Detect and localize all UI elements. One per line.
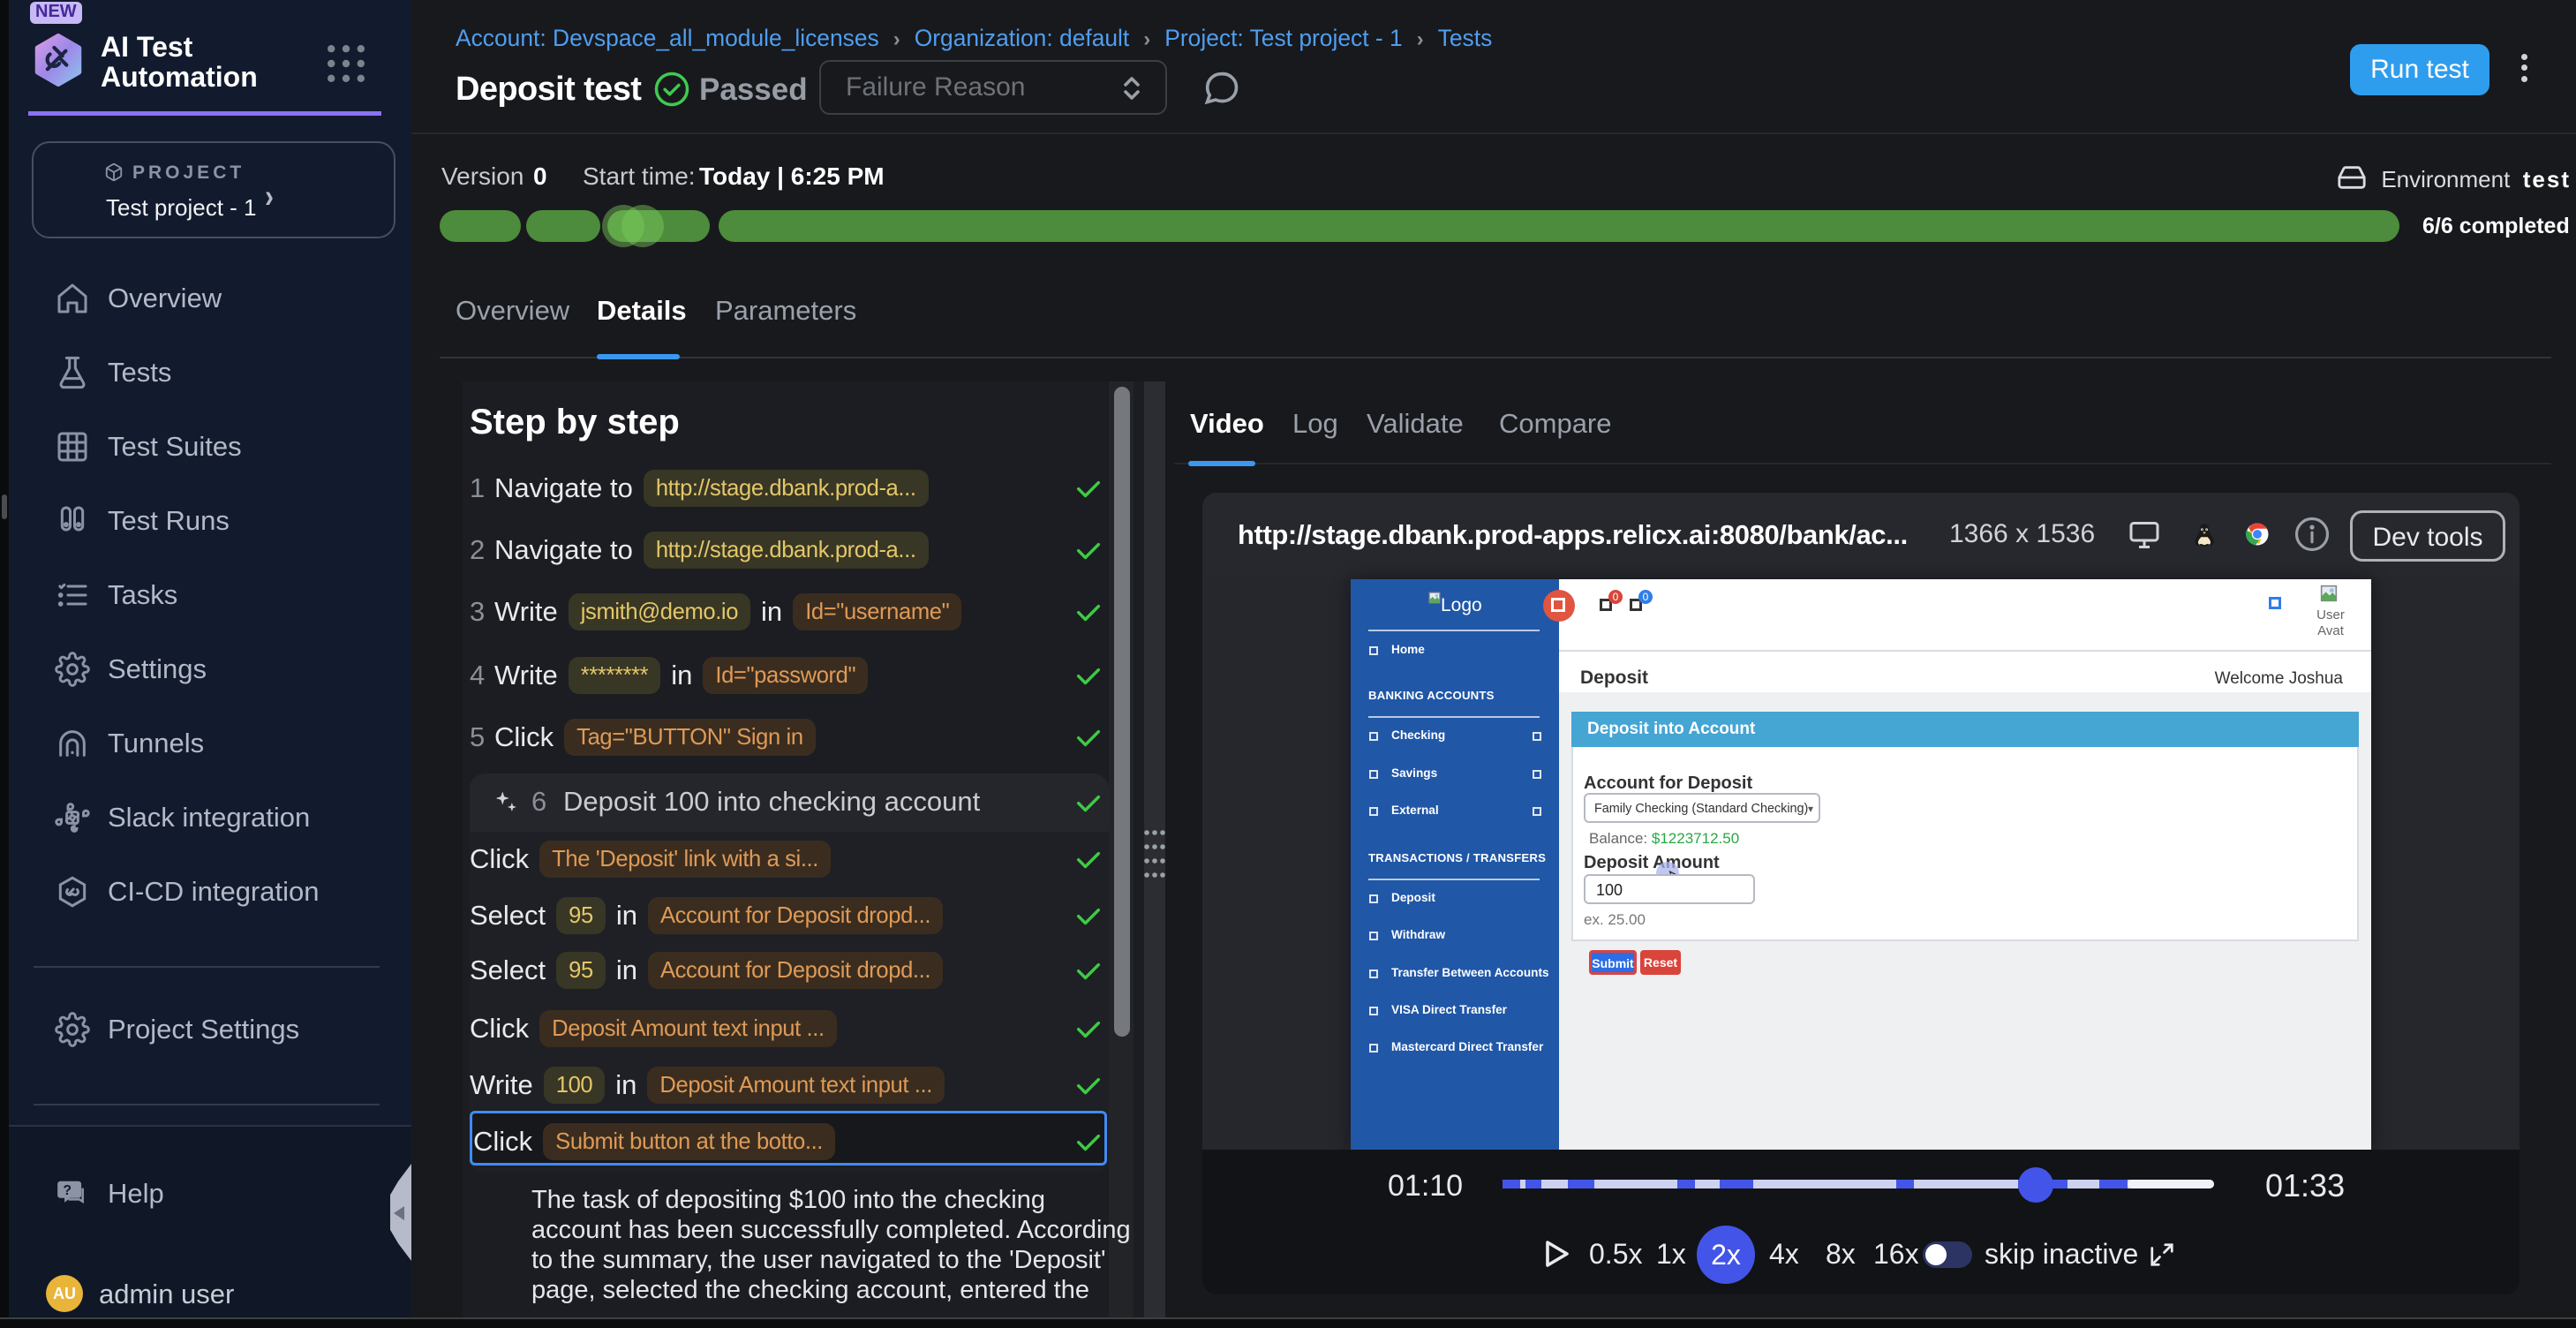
svg-text:?: ? — [63, 1183, 72, 1198]
